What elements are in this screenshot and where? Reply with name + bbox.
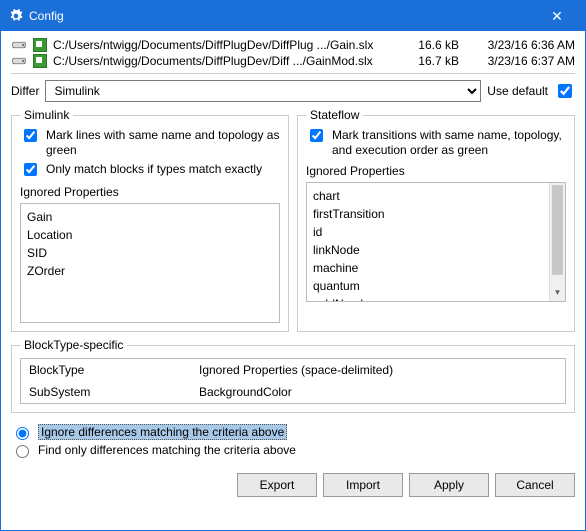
use-default-label: Use default [487, 84, 548, 98]
differ-select[interactable]: Simulink [45, 80, 481, 102]
close-icon[interactable]: ✕ [537, 8, 577, 25]
list-item[interactable]: Location [27, 226, 273, 244]
disk-icon [11, 38, 27, 52]
blocktype-cell[interactable]: SubSystem [21, 381, 191, 403]
titlebar: Config ✕ [1, 1, 585, 31]
list-item[interactable]: linkNode [313, 241, 547, 259]
stateflow-mark-transitions-label: Mark transitions with same name, topolog… [332, 128, 566, 158]
use-default-checkbox[interactable] [558, 84, 572, 98]
gear-icon [9, 9, 23, 23]
simulink-ignored-list[interactable]: Gain Location SID ZOrder [20, 203, 280, 323]
cancel-button[interactable]: Cancel [495, 473, 575, 497]
file-size: 16.7 kB [404, 54, 459, 68]
file-list: C:/Users/ntwigg/Documents/DiffPlugDev/Di… [11, 37, 575, 74]
blocktype-table: BlockType Ignored Properties (space-deli… [20, 358, 566, 404]
scrollbar[interactable]: ▴ ▾ [549, 183, 565, 301]
simulink-match-types-checkbox[interactable] [24, 163, 37, 176]
stateflow-legend: Stateflow [306, 108, 363, 122]
list-item[interactable]: firstTransition [313, 205, 547, 223]
export-button[interactable]: Export [237, 473, 317, 497]
simulink-panel: Simulink Mark lines with same name and t… [11, 108, 289, 332]
file-date: 3/23/16 6:37 AM [465, 54, 575, 68]
window-title: Config [29, 9, 537, 23]
file-row: C:/Users/ntwigg/Documents/DiffPlugDev/Di… [11, 53, 575, 69]
find-differences-radio[interactable] [16, 445, 29, 458]
blocktype-legend: BlockType-specific [20, 338, 127, 352]
import-button[interactable]: Import [323, 473, 403, 497]
file-path: C:/Users/ntwigg/Documents/DiffPlugDev/Di… [53, 38, 398, 52]
simulink-icon [33, 38, 47, 52]
ignore-differences-label: Ignore differences matching the criteria… [38, 424, 287, 440]
scroll-down-icon[interactable]: ▾ [550, 287, 565, 301]
apply-button[interactable]: Apply [409, 473, 489, 497]
list-item[interactable]: chart [313, 187, 547, 205]
stateflow-panel: Stateflow Mark transitions with same nam… [297, 108, 575, 332]
simulink-ignored-label: Ignored Properties [20, 185, 280, 199]
stateflow-ignored-label: Ignored Properties [306, 164, 566, 178]
simulink-mark-lines-label: Mark lines with same name and topology a… [46, 128, 280, 158]
list-item[interactable]: SID [27, 244, 273, 262]
blocktype-header: BlockType [21, 359, 191, 381]
simulink-legend: Simulink [20, 108, 73, 122]
find-differences-label: Find only differences matching the crite… [38, 443, 296, 457]
blocktype-header: Ignored Properties (space-delimited) [191, 359, 565, 381]
file-size: 16.6 kB [404, 38, 459, 52]
list-item[interactable]: ZOrder [27, 262, 273, 280]
blocktype-cell[interactable]: BackgroundColor [191, 381, 565, 403]
list-item[interactable]: quantum [313, 277, 547, 295]
disk-icon [11, 54, 27, 68]
simulink-icon [33, 54, 47, 68]
list-item[interactable]: id [313, 223, 547, 241]
list-item[interactable]: machine [313, 259, 547, 277]
list-item[interactable]: Gain [27, 208, 273, 226]
ignore-differences-radio[interactable] [16, 427, 29, 440]
file-date: 3/23/16 6:36 AM [465, 38, 575, 52]
differ-label: Differ [11, 84, 39, 98]
scroll-thumb[interactable] [552, 185, 563, 275]
simulink-match-types-label: Only match blocks if types match exactly [46, 162, 262, 177]
file-row: C:/Users/ntwigg/Documents/DiffPlugDev/Di… [11, 37, 575, 53]
file-path: C:/Users/ntwigg/Documents/DiffPlugDev/Di… [53, 54, 398, 68]
stateflow-ignored-list[interactable]: chart firstTransition id linkNode machin… [306, 182, 566, 302]
simulink-mark-lines-checkbox[interactable] [24, 129, 37, 142]
blocktype-panel: BlockType-specific BlockType Ignored Pro… [11, 338, 575, 413]
list-item[interactable]: ssIdNumber [313, 295, 547, 302]
stateflow-mark-transitions-checkbox[interactable] [310, 129, 323, 142]
